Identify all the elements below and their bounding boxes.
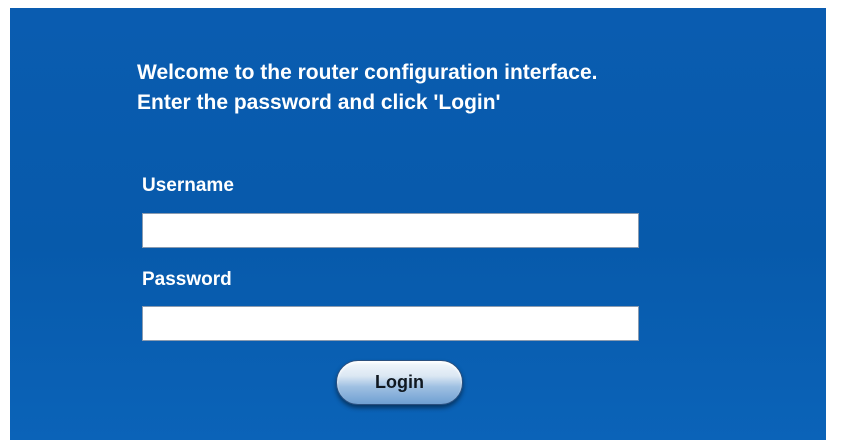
welcome-line-1: Welcome to the router configuration inte… bbox=[137, 61, 598, 84]
login-button[interactable]: Login bbox=[336, 360, 463, 405]
login-panel: Welcome to the router configuration inte… bbox=[10, 8, 826, 440]
password-label: Password bbox=[142, 269, 232, 290]
password-input[interactable] bbox=[142, 306, 639, 341]
username-input[interactable] bbox=[142, 213, 639, 248]
welcome-message: Welcome to the router configuration inte… bbox=[137, 58, 598, 118]
username-label: Username bbox=[142, 175, 234, 196]
welcome-line-2: Enter the password and click 'Login' bbox=[137, 91, 501, 114]
